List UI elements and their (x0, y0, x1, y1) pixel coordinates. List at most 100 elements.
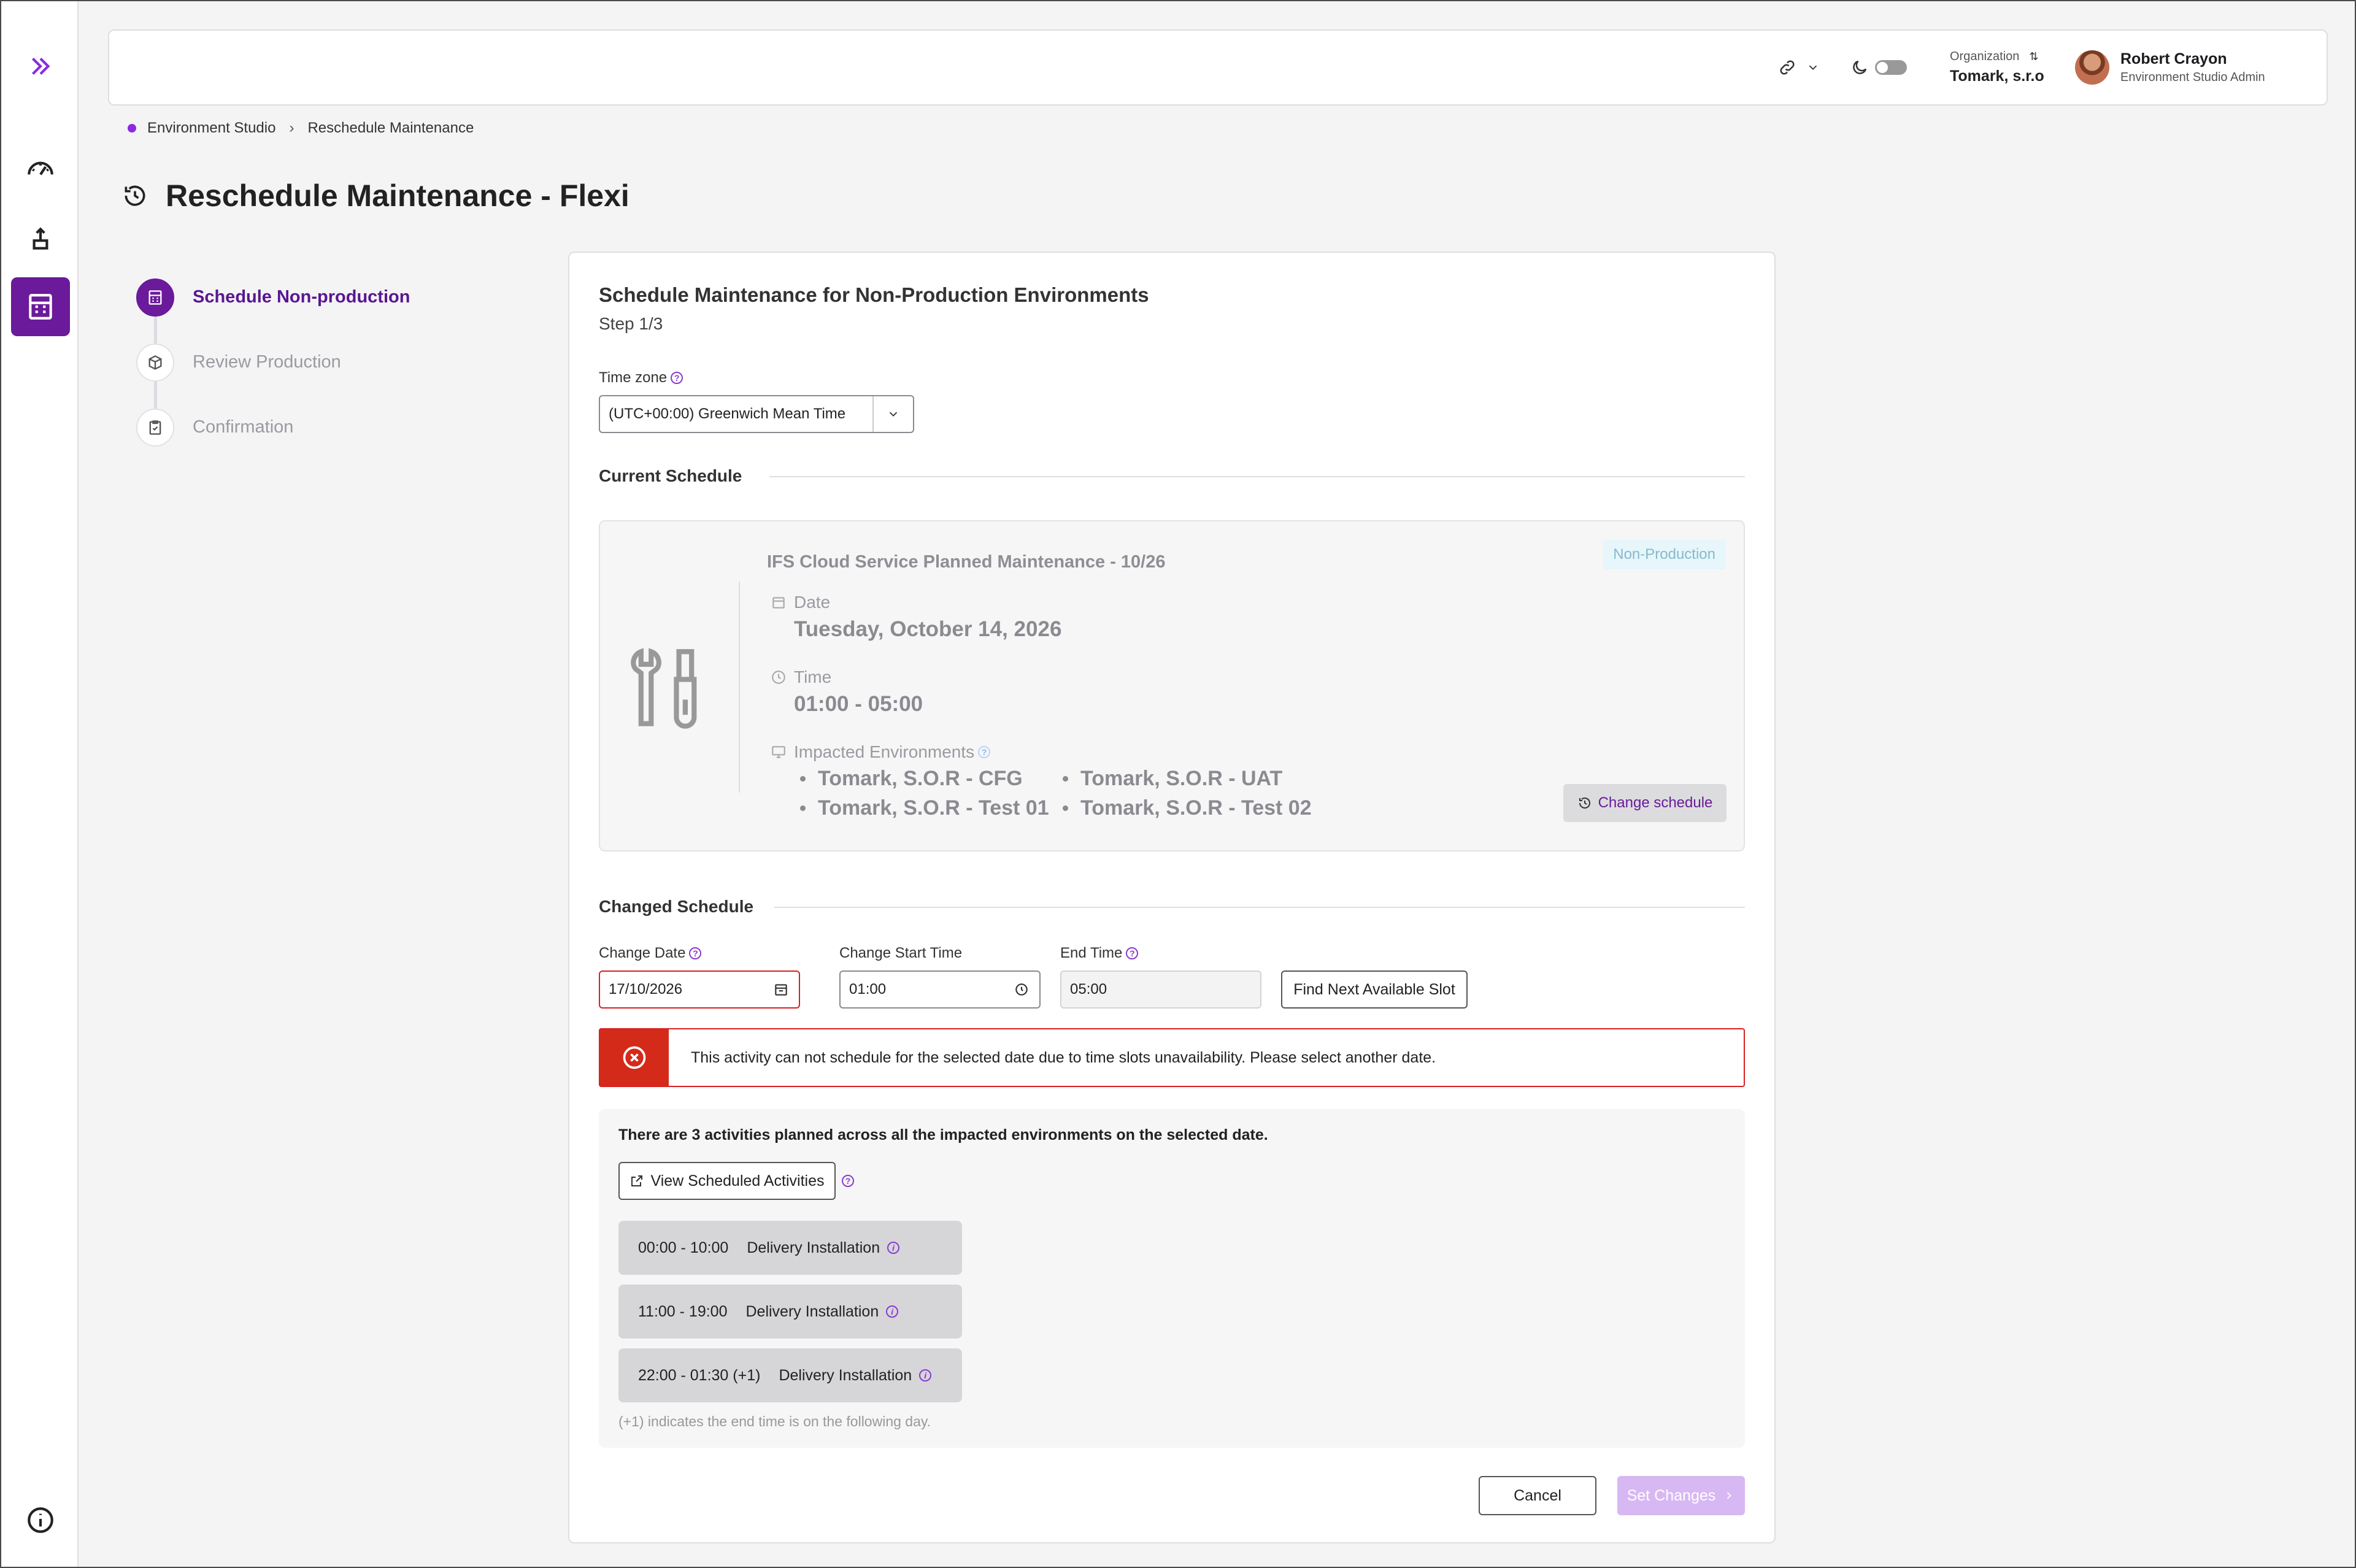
link-menu[interactable] (1778, 31, 1820, 104)
changed-schedule-title: Changed Schedule (599, 897, 754, 916)
end-time-value: 05:00 (1070, 981, 1107, 997)
timezone-label: Time zone ? (599, 369, 683, 386)
calendar-icon[interactable] (773, 982, 789, 997)
calendar-icon (772, 597, 785, 609)
organization-label: Organization (1950, 50, 2020, 63)
non-production-badge: Non-Production (1603, 540, 1725, 569)
change-date-value: 17/10/2026 (609, 981, 683, 997)
calendar-grid-icon (148, 290, 162, 305)
activity-slot[interactable]: 00:00 - 10:00 Delivery Installation i (618, 1221, 962, 1275)
maintenance-title: IFS Cloud Service Planned Maintenance - … (767, 552, 1166, 572)
chevron-right-icon: › (289, 120, 294, 136)
activities-summary: There are 3 activities planned across al… (618, 1126, 1268, 1143)
step-connector (154, 315, 157, 344)
error-alert: This activity can not schedule for the s… (599, 1028, 1745, 1087)
help-icon[interactable]: ? (978, 746, 991, 758)
card-title: Schedule Maintenance for Non-Production … (599, 283, 1149, 306)
step-connector (154, 380, 157, 409)
schedule-calendar-icon[interactable] (11, 277, 70, 336)
view-activities-row: View Scheduled Activities ? (618, 1162, 854, 1200)
breadcrumb-current: Reschedule Maintenance (307, 120, 474, 136)
help-icon[interactable]: ? (671, 372, 683, 384)
chevron-down-icon (1809, 65, 1817, 71)
activity-slot[interactable]: 22:00 - 01:30 (+1) Delivery Installation… (618, 1348, 962, 1402)
view-scheduled-activities-button[interactable]: View Scheduled Activities (618, 1162, 836, 1200)
change-schedule-button[interactable]: Change schedule (1563, 784, 1727, 822)
page-title: Reschedule Maintenance - Flexi (166, 179, 629, 213)
time-label: Time (794, 667, 832, 686)
deploy-icon[interactable] (11, 209, 70, 267)
change-schedule-label: Change schedule (1598, 794, 1713, 811)
step-label: Confirmation (193, 417, 294, 437)
timezone-value: (UTC+00:00) Greenwich Mean Time (609, 405, 846, 422)
clock-reschedule-icon (125, 185, 145, 206)
environment-item: Tomark, S.O.R - Test 01 (800, 796, 1049, 820)
help-icon[interactable]: ? (842, 1175, 854, 1187)
plus-one-note: (+1) indicates the end time is on the fo… (618, 1413, 931, 1429)
step-label: Review Production (193, 352, 341, 372)
sidebar (1, 1, 79, 1567)
help-icon[interactable]: ? (689, 947, 702, 959)
step-1-dot (136, 279, 174, 317)
step-review-production[interactable]: Review Production (136, 344, 410, 409)
current-time: 01:00 - 05:00 (794, 692, 923, 716)
link-icon (1780, 60, 1795, 75)
info-icon[interactable] (11, 1491, 70, 1550)
change-start-time-label: Change Start Time (839, 945, 963, 961)
divider (769, 476, 1745, 477)
avatar (2075, 50, 2109, 85)
user-menu[interactable]: Robert Crayon Environment Studio Admin (2075, 31, 2265, 104)
chevron-down-icon (872, 396, 913, 432)
user-name: Robert Crayon (2120, 50, 2227, 67)
current-date: Tuesday, October 14, 2026 (794, 617, 1062, 641)
tools-icon (631, 648, 697, 729)
change-start-time-input[interactable]: 01:00 (839, 970, 1041, 1009)
reschedule-icon (1579, 797, 1590, 809)
cancel-button[interactable]: Cancel (1479, 1476, 1596, 1515)
breadcrumb-dot-icon (128, 124, 136, 133)
chevron-right-icon (1727, 1492, 1731, 1499)
info-icon[interactable]: i (886, 1305, 899, 1318)
time-row-label: Time (771, 667, 831, 687)
activity-slot[interactable]: 11:00 - 19:00 Delivery Installation i (618, 1285, 962, 1339)
step-indicator: Step 1/3 (599, 314, 663, 333)
app-root: Organization ⇅ Tomark, s.r.o Robert Cray… (0, 0, 2356, 1568)
find-next-slot-button[interactable]: Find Next Available Slot (1281, 970, 1468, 1009)
info-icon[interactable]: i (919, 1369, 932, 1382)
moon-icon (1853, 60, 1867, 74)
set-changes-label: Set Changes (1626, 1486, 1716, 1504)
help-icon[interactable]: ? (1126, 947, 1139, 959)
change-date-label: Change Date ? (599, 945, 702, 962)
environment-item: Tomark, S.O.R - Test 02 (1063, 796, 1312, 820)
clock-icon (772, 671, 785, 684)
schedule-card: Schedule Maintenance for Non-Production … (568, 252, 1776, 1543)
end-time-label-text: End Time (1060, 945, 1123, 961)
date-row-label: Date (771, 593, 830, 612)
date-label: Date (794, 593, 831, 612)
environments-label: Impacted Environments (794, 742, 975, 761)
slot-time: 00:00 - 10:00 (638, 1239, 729, 1256)
organization-switcher[interactable]: Organization ⇅ Tomark, s.r.o (1950, 31, 2044, 104)
change-date-input[interactable]: 17/10/2026 (599, 970, 800, 1009)
timezone-label-text: Time zone (599, 369, 668, 386)
step-confirmation[interactable]: Confirmation (136, 409, 410, 474)
top-bar: Organization ⇅ Tomark, s.r.o Robert Cray… (108, 29, 2328, 106)
breadcrumb-root[interactable]: Environment Studio (147, 120, 275, 137)
step-schedule-non-production[interactable]: Schedule Non-production (136, 279, 410, 344)
change-start-time-value: 01:00 (849, 981, 887, 997)
dark-mode-toggle[interactable] (1875, 60, 1907, 75)
step-label: Schedule Non-production (193, 287, 410, 307)
environment-item: Tomark, S.O.R - CFG (800, 767, 1023, 791)
slot-time: 22:00 - 01:30 (+1) (638, 1366, 761, 1384)
current-schedule-box: IFS Cloud Service Planned Maintenance - … (599, 520, 1745, 851)
timezone-select[interactable]: (UTC+00:00) Greenwich Mean Time (599, 395, 914, 433)
divider (774, 907, 1745, 908)
set-changes-button[interactable]: Set Changes (1617, 1476, 1745, 1515)
info-icon[interactable]: i (887, 1242, 900, 1254)
environments-row-label: Impacted Environments ? (771, 742, 991, 762)
clock-icon[interactable] (1014, 982, 1030, 997)
expand-sidebar-icon[interactable] (11, 37, 70, 96)
end-time-field: 05:00 (1060, 970, 1261, 1009)
error-icon (600, 1029, 669, 1086)
dashboard-gauge-icon[interactable] (11, 139, 70, 198)
